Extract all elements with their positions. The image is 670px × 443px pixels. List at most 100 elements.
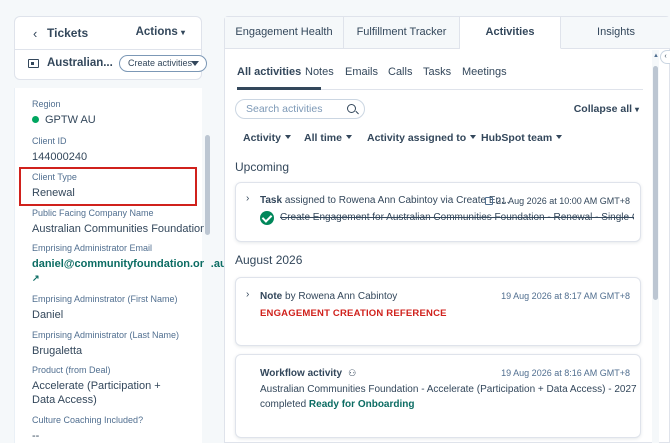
tickets-back-link[interactable]: Tickets — [47, 26, 88, 40]
filter-activity[interactable]: Activity — [243, 132, 291, 144]
region-value: GPTW AU — [45, 114, 96, 126]
workflow-date: 19 Aug 2026 at 8:16 AM GMT+8 — [501, 368, 630, 378]
caret-down-icon — [191, 61, 199, 66]
workflow-type: Workflow activity — [260, 368, 343, 379]
property-admin-last-name: Emprising Administrator (Last Name) Brug… — [32, 330, 179, 358]
property-admin-email: Emprising Administrator Email daniel@com… — [32, 243, 227, 285]
expand-chevron-icon[interactable]: › — [246, 193, 249, 204]
task-due-date: 21 Aug 2026 at 10:00 AM GMT+8 — [485, 196, 630, 206]
client-type-highlight — [19, 167, 197, 206]
property-region: Region GPTW AU — [32, 99, 96, 127]
subtab-calls[interactable]: Calls — [388, 66, 412, 78]
property-product: Product (from Deal) Accelerate (Particip… — [32, 365, 182, 407]
property-value[interactable]: Daniel — [32, 308, 178, 322]
task-date-value: 21 Aug 2026 at 10:00 AM GMT+8 — [496, 196, 630, 206]
email-value: daniel@communityfoundation.org.au — [32, 258, 227, 270]
record-header-card: ‹ Tickets Actions ▾ Australian... Create… — [14, 16, 207, 80]
subtab-all-activities[interactable]: All activities — [237, 66, 301, 78]
subtab-meetings[interactable]: Meetings — [462, 66, 507, 78]
external-link-icon: ↗ — [32, 273, 40, 283]
divider — [15, 49, 201, 50]
scroll-up-icon[interactable]: ▲ — [653, 53, 659, 59]
subtab-emails[interactable]: Emails — [345, 66, 378, 78]
status-dot-icon — [32, 116, 39, 123]
search-placeholder: Search activities — [246, 103, 323, 115]
property-label: Emprising Administrator Email — [32, 243, 153, 253]
caret-down-icon — [556, 135, 563, 139]
note-type: Note — [260, 291, 283, 302]
section-august-2026: August 2026 — [235, 253, 303, 267]
create-activities-button[interactable]: Create activities — [119, 55, 207, 72]
note-author: by Rowena Ann Cabintoy — [285, 291, 398, 302]
completed-check-icon[interactable] — [260, 211, 274, 225]
actions-label: Actions — [135, 26, 178, 38]
sidebar-toggle-icon[interactable]: ‹ — [660, 50, 670, 64]
filter-assigned-to[interactable]: Activity assigned to — [367, 132, 477, 144]
top-tabs: Engagement Health Fulfillment Tracker Ac… — [225, 17, 670, 49]
caret-down-icon — [284, 135, 291, 139]
property-label: Product (from Deal) — [32, 365, 111, 375]
tab-insights[interactable]: Insights — [561, 17, 670, 49]
left-scrollbar-thumb[interactable] — [205, 135, 210, 235]
search-activities-input[interactable]: Search activities — [235, 99, 365, 119]
main-panel: Engagement Health Fulfillment Tracker Ac… — [224, 16, 670, 443]
chevron-down-icon: ▾ — [634, 105, 639, 114]
property-label: Emprising Administrator (Last Name) — [32, 330, 180, 340]
tickets-nav: ‹ Tickets Actions ▾ — [15, 17, 201, 49]
property-value[interactable]: 144000240 — [32, 150, 87, 164]
workflow-activity-card[interactable]: Workflow activity ⚇ 19 Aug 2026 at 8:16 A… — [235, 354, 641, 438]
property-value[interactable]: GPTW AU — [32, 113, 96, 127]
task-type: Task — [260, 195, 283, 206]
task-subject[interactable]: Create Engagement for Australian Communi… — [280, 212, 634, 223]
workflow-body: Australian Communities Foundation - Acce… — [260, 382, 640, 412]
property-client-id: Client ID 144000240 — [32, 136, 87, 164]
collapse-all-label: Collapse all — [573, 103, 633, 115]
collapse-all-button[interactable]: Collapse all ▾ — [574, 103, 639, 115]
property-label: Public Facing Company Name — [32, 208, 154, 218]
main-scrollbar-thumb[interactable] — [653, 66, 658, 300]
property-label: Culture Coaching Included? — [32, 415, 144, 425]
property-admin-first-name: Emprising Adminstrator (First Name) Dani… — [32, 294, 178, 322]
property-value[interactable]: Accelerate (Participation + Data Access) — [32, 379, 182, 407]
task-activity-card[interactable]: › Task assigned to Rowena Ann Cabintoy v… — [235, 182, 641, 242]
filter-time[interactable]: All time — [304, 132, 352, 144]
note-date: 19 Aug 2026 at 8:17 AM GMT+8 — [501, 291, 630, 301]
property-label: Emprising Adminstrator (First Name) — [32, 294, 178, 304]
filter-label: HubSpot team — [481, 132, 553, 144]
workflow-icon: ⚇ — [348, 368, 357, 378]
property-label: Client ID — [32, 136, 67, 146]
filter-label: All time — [304, 132, 342, 144]
record-sidebar: ‹ Tickets Actions ▾ Australian... Create… — [0, 0, 227, 443]
search-icon[interactable] — [347, 104, 356, 113]
filter-label: Activity — [243, 132, 281, 144]
active-subtab-indicator — [237, 87, 321, 90]
section-upcoming: Upcoming — [235, 160, 290, 174]
property-culture-coaching: Culture Coaching Included? -- — [32, 415, 143, 443]
back-chevron-icon[interactable]: ‹ — [33, 26, 37, 41]
tab-activities[interactable]: Activities — [460, 17, 561, 49]
activity-subtabs: All activities Notes Emails Calls Tasks … — [225, 49, 645, 91]
task-assigned-text: assigned to Rowena Ann Cabintoy via Crea… — [284, 195, 510, 206]
filter-label: Activity assigned to — [367, 132, 467, 144]
tab-engagement-health[interactable]: Engagement Health — [225, 17, 344, 49]
note-body: ENGAGEMENT CREATION REFERENCE — [260, 308, 447, 319]
workflow-card-title: Workflow activity ⚇ — [260, 368, 356, 379]
workflow-status[interactable]: Ready for Onboarding — [309, 399, 415, 410]
property-public-company-name: Public Facing Company Name Australian Co… — [32, 208, 206, 236]
actions-menu-button[interactable]: Actions ▾ — [136, 26, 185, 38]
property-value[interactable]: Brugaletta — [32, 344, 179, 358]
caret-down-icon — [470, 135, 477, 139]
tab-fulfillment-tracker[interactable]: Fulfillment Tracker — [344, 17, 460, 49]
expand-chevron-icon[interactable]: › — [246, 289, 249, 300]
note-activity-card[interactable]: › Note by Rowena Ann Cabintoy 19 Aug 202… — [235, 277, 641, 346]
property-label: Region — [32, 99, 61, 109]
task-card-title: Task assigned to Rowena Ann Cabintoy via… — [260, 195, 509, 206]
subtab-notes[interactable]: Notes — [305, 66, 334, 78]
property-value[interactable]: -- — [32, 429, 143, 443]
filter-hubspot-team[interactable]: HubSpot team — [481, 132, 563, 144]
subtab-tasks[interactable]: Tasks — [423, 66, 451, 78]
email-link[interactable]: daniel@communityfoundation.org.au ↗ — [32, 257, 227, 285]
record-icon — [28, 59, 39, 68]
property-value[interactable]: Australian Communities Foundation — [32, 222, 206, 236]
caret-down-icon — [345, 135, 352, 139]
